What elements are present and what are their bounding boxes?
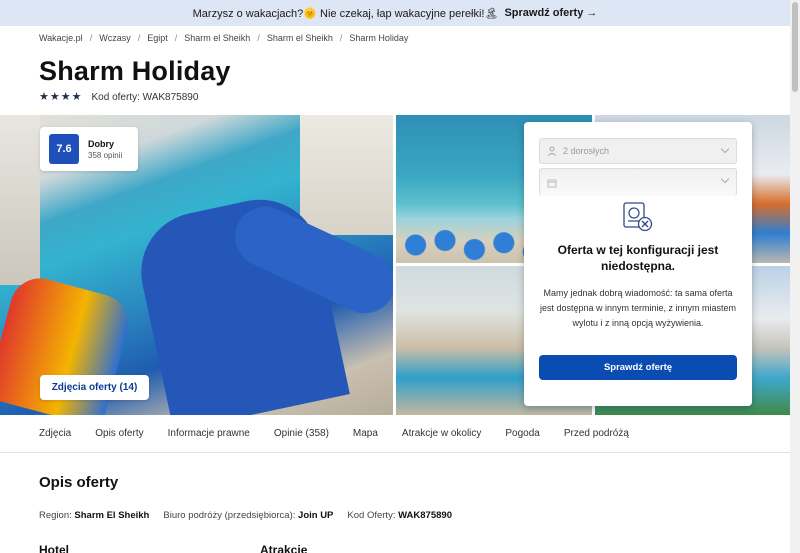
tab-photos[interactable]: Zdjęcia: [39, 428, 71, 439]
promo-cta-link[interactable]: Sprawdź oferty →: [504, 7, 597, 19]
date-select[interactable]: [539, 168, 737, 196]
breadcrumb-item-home[interactable]: Wakacje.pl: [39, 33, 83, 43]
breadcrumb-separator: /: [257, 33, 260, 43]
guests-value: 2 dorosłych: [563, 146, 610, 156]
rating-label: Dobry: [88, 138, 115, 149]
rating-count: 358 opinii: [88, 150, 123, 160]
section-tabs: Zdjęcia Opis oferty Informacje prawne Op…: [0, 415, 790, 453]
breadcrumb-item-region[interactable]: Sharm el Sheikh: [184, 33, 250, 43]
chevron-down-icon: [720, 144, 730, 154]
page-title: Sharm Holiday: [39, 56, 231, 86]
breadcrumb-item-wczasy[interactable]: Wczasy: [99, 33, 131, 43]
photos-button[interactable]: Zdjęcia oferty (14): [40, 375, 149, 400]
tab-weather[interactable]: Pogoda: [505, 428, 539, 439]
promo-text: Marzysz o wakacjach?🌞 Nie czekaj, łap wa…: [192, 7, 499, 20]
star-icon: ★: [71, 91, 82, 103]
tab-before-trip[interactable]: Przed podróżą: [564, 428, 629, 439]
breadcrumb-item-hotel: Sharm Holiday: [349, 33, 409, 43]
guests-select[interactable]: 2 dorosłych: [539, 138, 737, 164]
scrollbar-thumb[interactable]: [792, 2, 798, 92]
offer-panel: 2 dorosłych Oferta w tej konfiguracji je…: [524, 122, 752, 406]
page-scrollbar[interactable]: [790, 0, 800, 553]
breadcrumb-separator: /: [174, 33, 178, 43]
operator-info: Biuro podróży (przedsiębiorca): Join UP: [163, 510, 334, 521]
offer-meta-row: Region: Sharm El Sheikh Biuro podróży (p…: [39, 510, 452, 521]
person-icon: [547, 146, 557, 156]
promo-banner[interactable]: Marzysz o wakacjach?🌞 Nie czekaj, łap wa…: [0, 0, 790, 26]
breadcrumb-item-country[interactable]: Egipt: [147, 33, 168, 43]
rating-card[interactable]: 7.6 Dobry 358 opinii: [40, 127, 138, 171]
breadcrumb-item-city[interactable]: Sharm el Sheikh: [267, 33, 333, 43]
calendar-icon: [547, 178, 557, 188]
tab-map[interactable]: Mapa: [353, 428, 378, 439]
offer-code: Kod oferty: WAK875890: [91, 92, 199, 103]
offer-unavailable-icon: [621, 200, 655, 234]
tab-legal[interactable]: Informacje prawne: [168, 428, 250, 439]
hotel-heading: Hotel: [39, 543, 69, 553]
description-title: Opis oferty: [39, 474, 119, 491]
unavailable-text: Mamy jednak dobrą wiadomość: ta sama ofe…: [539, 288, 737, 328]
tab-reviews[interactable]: Opinie (358): [274, 428, 329, 439]
tab-attractions[interactable]: Atrakcje w okolicy: [402, 428, 481, 439]
star-icon: ★: [60, 91, 71, 103]
breadcrumb-separator: /: [339, 33, 343, 43]
code-info: Kod Oferty: WAK875890: [347, 510, 452, 521]
hotel-meta-row: ★ ★ ★ ★ Kod oferty: WAK875890: [39, 92, 199, 104]
unavailable-title: Oferta w tej konfiguracji jest niedostęp…: [557, 243, 719, 273]
breadcrumb: Wakacje.pl / Wczasy / Egipt / Sharm el Shei…: [39, 33, 408, 43]
attractions-heading: Atrakcje: [260, 543, 308, 553]
breadcrumb-separator: /: [89, 33, 93, 43]
region-info: Region: Sharm El Sheikh: [39, 510, 150, 521]
breadcrumb-separator: /: [137, 33, 141, 43]
chevron-down-icon: [720, 174, 730, 184]
hotel-stars: ★ ★ ★ ★: [39, 92, 82, 103]
tab-description[interactable]: Opis oferty: [95, 428, 143, 439]
star-icon: ★: [49, 91, 60, 103]
rating-score: 7.6: [49, 134, 79, 164]
star-icon: ★: [39, 91, 49, 103]
check-offer-button[interactable]: Sprawdź ofertę: [539, 355, 737, 380]
